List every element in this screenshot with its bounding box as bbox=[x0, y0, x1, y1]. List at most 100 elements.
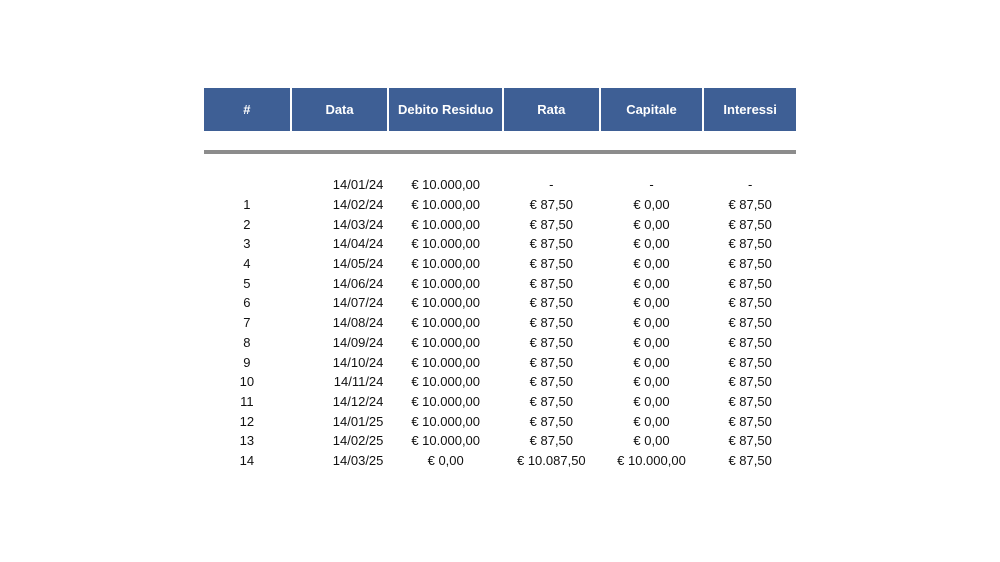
cell-data: 14/05/24 bbox=[332, 256, 384, 272]
cell-number: 5 bbox=[243, 275, 251, 291]
cell-rata: € 87,50 bbox=[529, 256, 574, 272]
header-divider bbox=[204, 150, 796, 154]
table-body: 14/01/24 € 10.000,00 - - - 1 14/02/24 € … bbox=[204, 175, 796, 470]
table-row: 14 14/03/25 € 0,00 € 10.087,50 € 10.000,… bbox=[204, 451, 796, 471]
cell-data: 14/12/24 bbox=[332, 393, 384, 409]
cell-number: 10 bbox=[239, 374, 255, 390]
cell-capitale: € 0,00 bbox=[633, 236, 670, 252]
cell-data: 14/10/24 bbox=[332, 354, 384, 370]
cell-data: 14/04/24 bbox=[332, 236, 384, 252]
cell-data: 14/01/24 bbox=[332, 177, 384, 193]
table-row: 10 14/11/24 € 10.000,00 € 87,50 € 0,00 €… bbox=[204, 372, 796, 392]
cell-rata: € 87,50 bbox=[529, 216, 574, 232]
cell-number: 2 bbox=[243, 216, 251, 232]
header-number: # bbox=[204, 88, 290, 131]
cell-number: 11 bbox=[240, 393, 254, 409]
cell-capitale: € 0,00 bbox=[633, 374, 670, 390]
cell-rata: € 87,50 bbox=[529, 354, 574, 370]
cell-data: 14/09/24 bbox=[332, 334, 384, 350]
header-rata: Rata bbox=[503, 88, 599, 131]
cell-debito: € 10.000,00 bbox=[411, 413, 481, 429]
cell-rata: € 87,50 bbox=[529, 334, 574, 350]
cell-interessi: € 87,50 bbox=[728, 315, 772, 331]
cell-capitale: € 0,00 bbox=[633, 334, 670, 350]
cell-rata: € 87,50 bbox=[529, 295, 574, 311]
table-header: # Data Debito Residuo Rata Capitale Inte… bbox=[204, 88, 796, 131]
cell-number: 6 bbox=[243, 295, 251, 311]
cell-data: 14/06/24 bbox=[332, 275, 384, 291]
cell-debito: € 10.000,00 bbox=[411, 275, 481, 291]
cell-data: 14/08/24 bbox=[332, 315, 384, 331]
cell-interessi: € 87,50 bbox=[728, 236, 772, 252]
cell-interessi: € 87,50 bbox=[728, 295, 772, 311]
header-debito-residuo: Debito Residuo bbox=[389, 88, 502, 131]
cell-capitale: € 0,00 bbox=[633, 413, 670, 429]
cell-capitale: € 0,00 bbox=[633, 315, 670, 331]
cell-number: 3 bbox=[243, 236, 251, 252]
cell-rata: € 87,50 bbox=[529, 197, 574, 213]
cell-number: 14 bbox=[239, 452, 255, 468]
table-row: 12 14/01/25 € 10.000,00 € 87,50 € 0,00 €… bbox=[204, 411, 796, 431]
amortization-page: { "table": { "headers": ["#", "Data", "D… bbox=[0, 0, 1000, 562]
cell-interessi: € 87,50 bbox=[728, 354, 772, 370]
cell-debito: € 0,00 bbox=[427, 452, 464, 468]
table-row: 1 14/02/24 € 10.000,00 € 87,50 € 0,00 € … bbox=[204, 195, 796, 215]
table-row: 8 14/09/24 € 10.000,00 € 87,50 € 0,00 € … bbox=[204, 333, 796, 353]
cell-debito: € 10.000,00 bbox=[411, 374, 481, 390]
cell-interessi: € 87,50 bbox=[728, 256, 772, 272]
header-data: Data bbox=[291, 88, 388, 131]
cell-interessi: € 87,50 bbox=[728, 393, 772, 409]
cell-rata: € 87,50 bbox=[529, 374, 574, 390]
cell-interessi: € 87,50 bbox=[728, 334, 772, 350]
cell-number: 12 bbox=[239, 413, 255, 429]
cell-rata: € 87,50 bbox=[529, 236, 574, 252]
cell-number: 9 bbox=[243, 354, 251, 370]
cell-capitale: € 0,00 bbox=[633, 354, 670, 370]
cell-interessi: € 87,50 bbox=[728, 413, 772, 429]
cell-interessi: € 87,50 bbox=[728, 433, 772, 449]
cell-data: 14/11/24 bbox=[333, 374, 384, 390]
cell-capitale: € 0,00 bbox=[633, 197, 670, 213]
table-row: 2 14/03/24 € 10.000,00 € 87,50 € 0,00 € … bbox=[204, 214, 796, 234]
cell-data: 14/03/24 bbox=[332, 216, 384, 232]
table-row: 13 14/02/25 € 10.000,00 € 87,50 € 0,00 €… bbox=[204, 431, 796, 451]
table-row: 11 14/12/24 € 10.000,00 € 87,50 € 0,00 €… bbox=[204, 392, 796, 412]
cell-rata: € 10.087,50 bbox=[516, 452, 586, 468]
cell-number: 13 bbox=[239, 433, 255, 449]
cell-rata: - bbox=[549, 177, 554, 193]
cell-capitale: € 0,00 bbox=[633, 256, 670, 272]
cell-debito: € 10.000,00 bbox=[411, 354, 481, 370]
cell-debito: € 10.000,00 bbox=[411, 256, 481, 272]
cell-rata: € 87,50 bbox=[529, 413, 574, 429]
cell-debito: € 10.000,00 bbox=[411, 334, 481, 350]
cell-data: 14/02/24 bbox=[332, 197, 384, 213]
cell-capitale: € 0,00 bbox=[633, 216, 670, 232]
cell-data: 14/01/25 bbox=[332, 413, 384, 429]
cell-number: 4 bbox=[243, 256, 251, 272]
cell-number: 8 bbox=[243, 334, 251, 350]
cell-debito: € 10.000,00 bbox=[411, 315, 481, 331]
cell-capitale: € 0,00 bbox=[633, 275, 670, 291]
cell-debito: € 10.000,00 bbox=[411, 177, 481, 193]
cell-data: 14/07/24 bbox=[332, 295, 384, 311]
cell-debito: € 10.000,00 bbox=[411, 216, 481, 232]
table-row: 6 14/07/24 € 10.000,00 € 87,50 € 0,00 € … bbox=[204, 293, 796, 313]
table-row: 4 14/05/24 € 10.000,00 € 87,50 € 0,00 € … bbox=[204, 254, 796, 274]
cell-number: 7 bbox=[243, 315, 251, 331]
cell-interessi: - bbox=[747, 177, 753, 193]
cell-data: 14/03/25 bbox=[332, 452, 384, 468]
cell-rata: € 87,50 bbox=[529, 393, 574, 409]
cell-interessi: € 87,50 bbox=[728, 275, 772, 291]
cell-interessi: € 87,50 bbox=[728, 374, 772, 390]
table-row: 3 14/04/24 € 10.000,00 € 87,50 € 0,00 € … bbox=[204, 234, 796, 254]
cell-interessi: € 87,50 bbox=[728, 216, 772, 232]
table-row: 7 14/08/24 € 10.000,00 € 87,50 € 0,00 € … bbox=[204, 313, 796, 333]
header-interessi: Interessi bbox=[704, 88, 796, 131]
header-capitale: Capitale bbox=[600, 88, 703, 131]
cell-interessi: € 87,50 bbox=[728, 452, 772, 468]
cell-rata: € 87,50 bbox=[529, 275, 574, 291]
cell-rata: € 87,50 bbox=[529, 433, 574, 449]
cell-capitale: € 10.000,00 bbox=[617, 452, 686, 468]
cell-interessi: € 87,50 bbox=[728, 197, 772, 213]
table-row: 5 14/06/24 € 10.000,00 € 87,50 € 0,00 € … bbox=[204, 273, 796, 293]
